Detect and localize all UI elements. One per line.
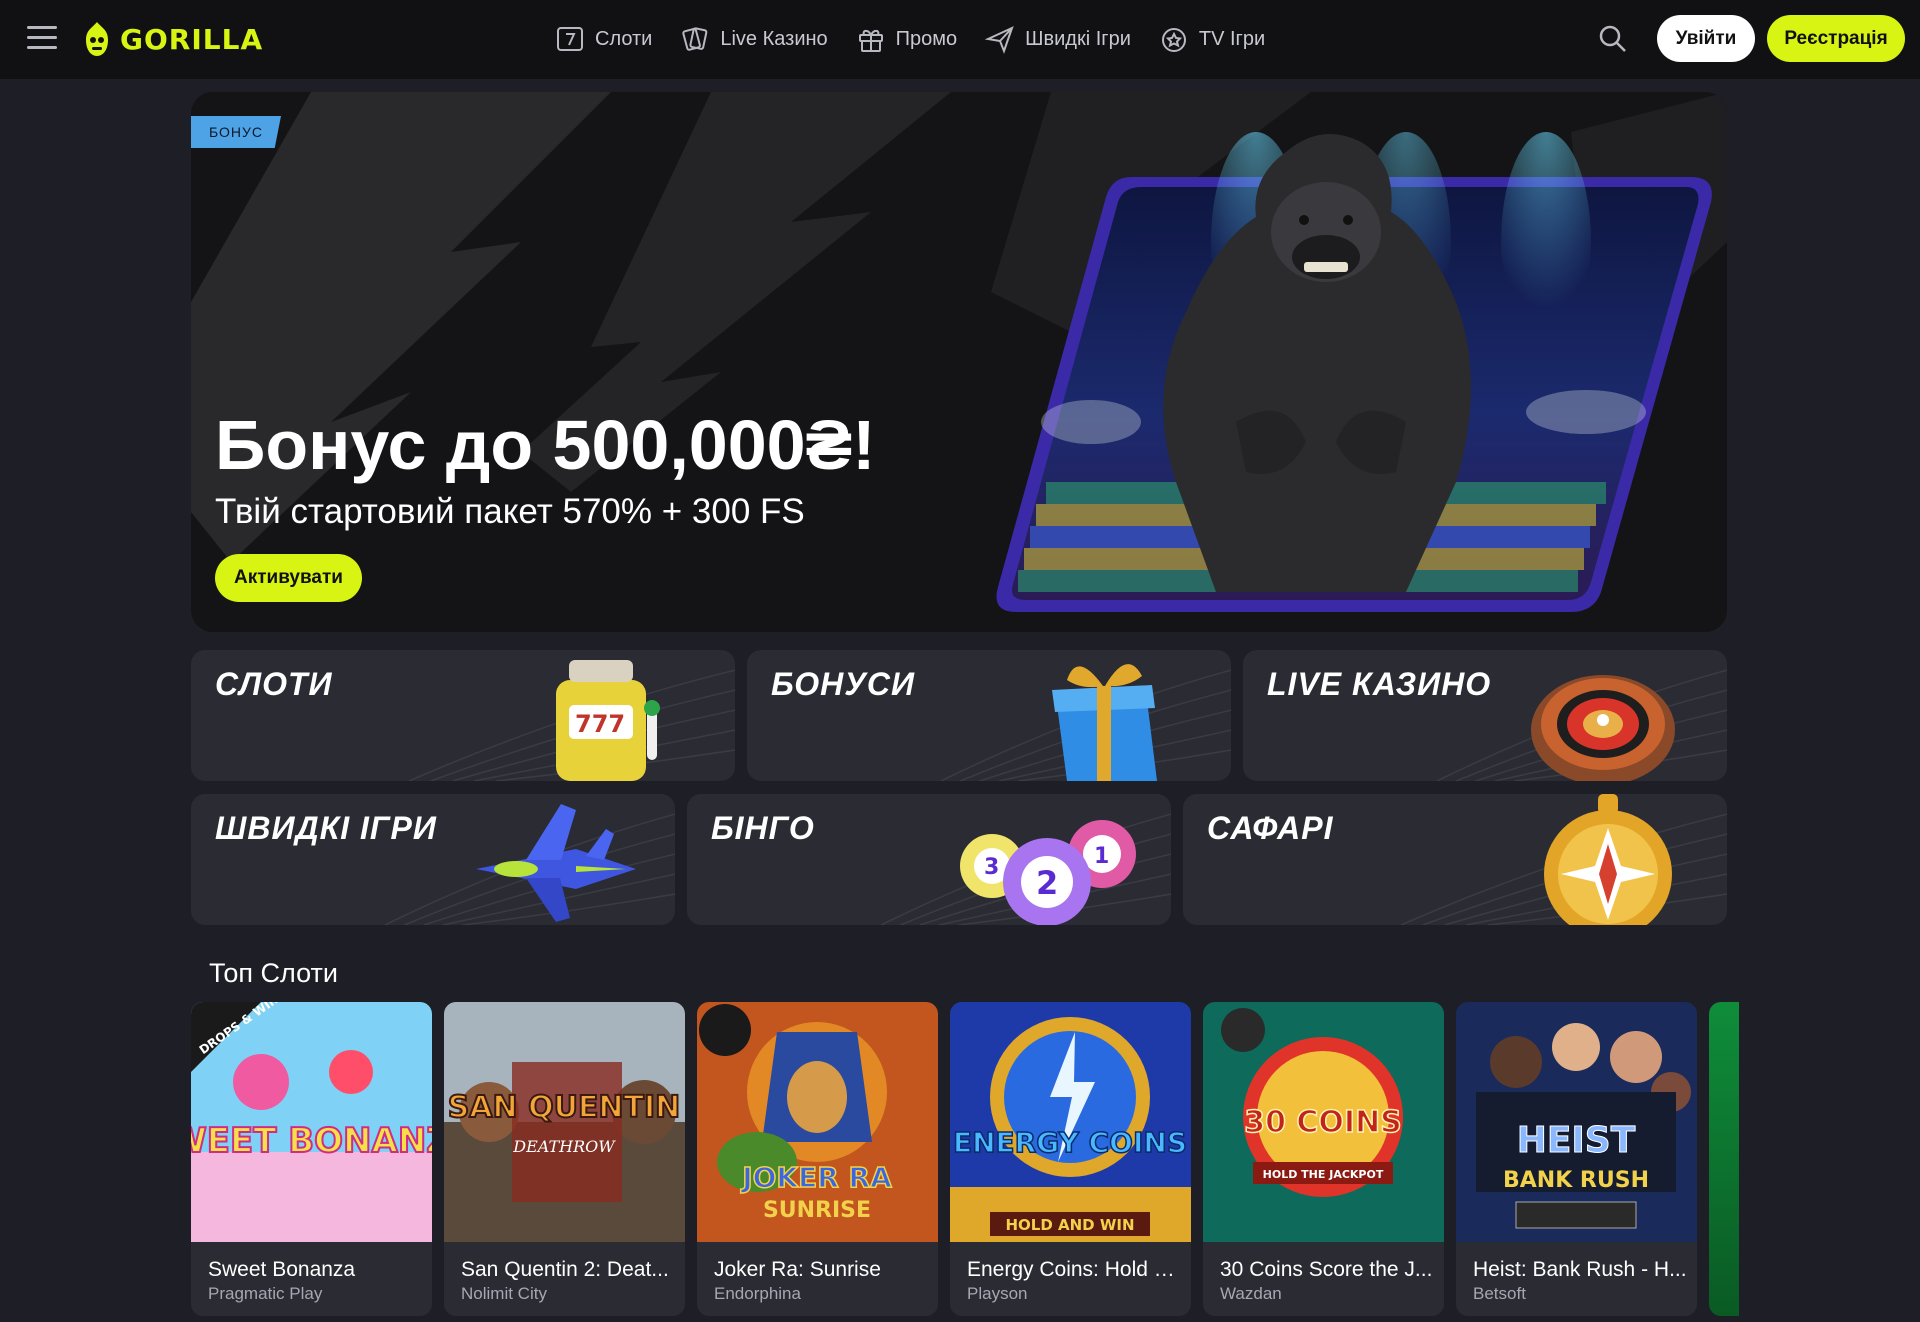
game-art-title: ENERGY COINS bbox=[953, 1126, 1187, 1159]
svg-text:1: 1 bbox=[1094, 844, 1109, 869]
slot-seven-icon bbox=[557, 27, 583, 51]
gift-box-icon bbox=[1052, 664, 1157, 781]
game-name: Energy Coins: Hold a... bbox=[967, 1258, 1182, 1281]
category-live-casino[interactable]: LIVE КАЗИНО bbox=[1243, 650, 1727, 781]
gorilla-stage-illustration bbox=[996, 132, 1712, 612]
category-bingo[interactable]: БІНГО 3 1 2 bbox=[687, 794, 1171, 925]
game-art-subtitle: HOLD AND WIN bbox=[1005, 1216, 1134, 1234]
game-thumbnail: DROPS & WINS SWEET BONANZA bbox=[191, 1002, 432, 1242]
game-card-san-quentin-2[interactable]: SAN QUENTIN DEATHROW San Quentin 2: Deat… bbox=[444, 1002, 685, 1316]
game-provider: Pragmatic Play bbox=[208, 1284, 323, 1303]
svg-text:2: 2 bbox=[1036, 864, 1058, 902]
category-slots-label: СЛОТИ bbox=[215, 666, 333, 702]
main-nav: Слоти Live Казино Промо Швидкі Ігри TV І… bbox=[555, 18, 1293, 60]
game-art-subtitle: DEATHROW bbox=[512, 1137, 616, 1156]
game-card-sweet-bonanza[interactable]: DROPS & WINS SWEET BONANZA Sweet Bonanza… bbox=[191, 1002, 432, 1316]
game-card-30-coins[interactable]: 30 COINS HOLD THE JACKPOT 30 Coins Score… bbox=[1203, 1002, 1444, 1316]
game-name: Heist: Bank Rush - H... bbox=[1473, 1258, 1687, 1281]
tv-star-icon bbox=[1161, 28, 1186, 52]
category-bonuses-label: БОНУСИ bbox=[771, 666, 916, 702]
hero-title: Бонус до 500,000₴! bbox=[215, 406, 876, 484]
svg-text:777: 777 bbox=[575, 710, 625, 738]
game-thumbnail: 30 COINS HOLD THE JACKPOT bbox=[1203, 1002, 1444, 1242]
category-fast-games[interactable]: ШВИДКІ ІГРИ bbox=[191, 794, 675, 925]
game-name: San Quentin 2: Deat... bbox=[461, 1258, 669, 1281]
game-provider: Nolimit City bbox=[461, 1284, 547, 1303]
gorilla-logo-icon bbox=[86, 22, 108, 56]
gift-icon bbox=[858, 29, 883, 52]
game-thumbnail: SAN QUENTIN DEATHROW bbox=[444, 1002, 685, 1242]
heist-art: HEIST BANK RUSH bbox=[1456, 1002, 1697, 1242]
game-art-title: JOKER RA bbox=[740, 1161, 892, 1194]
game-card-next-partial[interactable] bbox=[1709, 1002, 1739, 1316]
brand-logo[interactable]: GORILLA bbox=[82, 20, 263, 58]
30-coins-art: 30 COINS HOLD THE JACKPOT bbox=[1203, 1002, 1444, 1242]
nav-promo-label: Промо bbox=[895, 27, 958, 50]
brand-name: GORILLA bbox=[120, 22, 264, 56]
top-header: GORILLA Слоти Live Казино Промо Швидкі І… bbox=[0, 0, 1920, 79]
nav-live-casino[interactable]: Live Казино bbox=[680, 24, 828, 54]
roulette-icon bbox=[1531, 675, 1675, 781]
hero-banner[interactable]: БОНУС Бонус до 500,000₴! Твій стартовий … bbox=[191, 92, 1727, 632]
register-button[interactable]: Реєстрація bbox=[1767, 15, 1905, 62]
game-art-subtitle: SUNRISE bbox=[763, 1198, 871, 1223]
game-art-title: SAN QUENTIN bbox=[448, 1090, 681, 1125]
activate-button[interactable]: Активувати bbox=[215, 554, 362, 602]
menu-icon[interactable] bbox=[27, 26, 57, 50]
nav-fast-games-label: Швидкі Ігри bbox=[1025, 27, 1131, 50]
nav-promo[interactable]: Промо bbox=[856, 24, 958, 54]
game-provider: Endorphina bbox=[714, 1284, 801, 1303]
sweet-bonanza-art: DROPS & WINS SWEET BONANZA bbox=[191, 1002, 432, 1242]
game-card-heist-bank-rush[interactable]: HEIST BANK RUSH Heist: Bank Rush - H... … bbox=[1456, 1002, 1697, 1316]
game-provider: Playson bbox=[967, 1284, 1028, 1303]
nav-tv-games-label: TV Ігри bbox=[1198, 27, 1266, 50]
game-provider: Wazdan bbox=[1220, 1284, 1282, 1303]
game-thumbnail: JOKER RA SUNRISE bbox=[697, 1002, 938, 1242]
category-safari-label: САФАРІ bbox=[1207, 810, 1334, 846]
game-art-title: 30 COINS bbox=[1244, 1105, 1402, 1140]
joker-ra-art: JOKER RA SUNRISE bbox=[697, 1002, 938, 1242]
game-name: 30 Coins Score the J... bbox=[1220, 1258, 1433, 1281]
san-quentin-art: SAN QUENTIN DEATHROW bbox=[444, 1002, 685, 1242]
nav-fast-games[interactable]: Швидкі Ігри bbox=[985, 24, 1131, 54]
game-art-subtitle: BANK RUSH bbox=[1503, 1168, 1649, 1193]
nav-slots[interactable]: Слоти bbox=[555, 24, 652, 54]
search-icon[interactable] bbox=[1597, 23, 1629, 55]
category-live-casino-label: LIVE КАЗИНО bbox=[1267, 666, 1492, 702]
game-name: Joker Ra: Sunrise bbox=[714, 1258, 881, 1281]
game-card-joker-ra-sunrise[interactable]: JOKER RA SUNRISE Joker Ra: Sunrise Endor… bbox=[697, 1002, 938, 1316]
login-button[interactable]: Увійти bbox=[1657, 15, 1755, 62]
category-slots[interactable]: СЛОТИ 777 bbox=[191, 650, 735, 781]
category-bingo-label: БІНГО bbox=[711, 810, 815, 846]
game-art-title: HEIST bbox=[1517, 1120, 1636, 1161]
category-fast-games-label: ШВИДКІ ІГРИ bbox=[215, 810, 437, 846]
bonus-badge: БОНУС bbox=[191, 116, 281, 148]
hero-subtitle: Твій стартовий пакет 570% + 300 FS bbox=[215, 492, 805, 531]
bingo-balls-icon: 3 1 2 bbox=[960, 820, 1136, 925]
svg-text:3: 3 bbox=[984, 855, 999, 880]
jet-plane-icon bbox=[476, 804, 636, 922]
nav-slots-label: Слоти bbox=[595, 27, 653, 50]
cards-icon bbox=[682, 27, 708, 51]
game-thumbnail: ENERGY COINS HOLD AND WIN bbox=[950, 1002, 1191, 1242]
slot-machine-icon: 777 bbox=[556, 660, 660, 781]
energy-coins-art: ENERGY COINS HOLD AND WIN bbox=[950, 1002, 1191, 1242]
top-slots-title: Топ Слоти bbox=[209, 958, 338, 988]
category-safari[interactable]: САФАРІ bbox=[1183, 794, 1727, 925]
game-name: Sweet Bonanza bbox=[208, 1258, 356, 1281]
category-bonuses[interactable]: БОНУСИ bbox=[747, 650, 1231, 781]
game-provider: Betsoft bbox=[1473, 1284, 1526, 1303]
compass-icon bbox=[1544, 794, 1672, 925]
game-card-energy-coins[interactable]: ENERGY COINS HOLD AND WIN Energy Coins: … bbox=[950, 1002, 1191, 1316]
nav-live-casino-label: Live Казино bbox=[720, 27, 828, 50]
nav-tv-games[interactable]: TV Ігри bbox=[1159, 24, 1265, 54]
game-art-title: SWEET BONANZA bbox=[191, 1121, 432, 1161]
plane-icon bbox=[985, 26, 1014, 54]
game-thumbnail: HEIST BANK RUSH bbox=[1456, 1002, 1697, 1242]
game-art-subtitle: HOLD THE JACKPOT bbox=[1263, 1168, 1384, 1181]
